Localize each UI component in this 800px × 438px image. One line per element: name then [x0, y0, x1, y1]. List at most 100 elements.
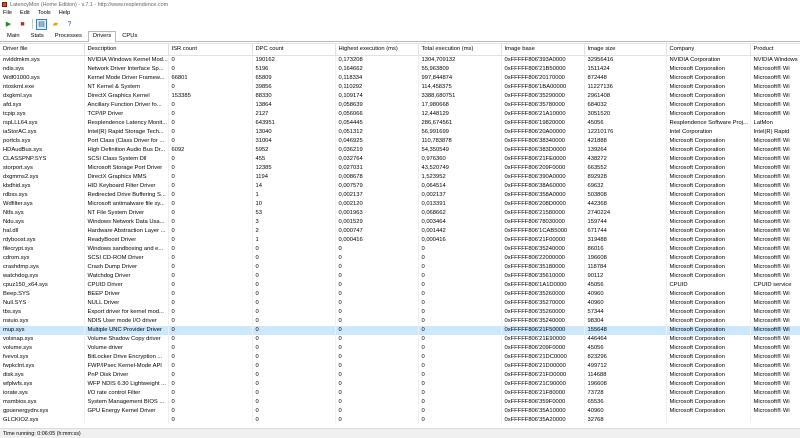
table-row[interactable]: iaStorAC.sys Intel(R) Rapid Storage Tech.…: [0, 127, 800, 137]
table-cell: 0xFFFFF806'20A00000: [501, 127, 585, 137]
table-cell: 0,032764: [335, 154, 419, 164]
tab-stats[interactable]: Stats: [25, 31, 49, 41]
table-row[interactable]: filecrypt.sys Windows sandboxing and e...…: [0, 244, 800, 254]
table-row[interactable]: ntoskrnl.exe NT Kernel & System 0 39856 0,11…: [0, 82, 800, 92]
folder-icon[interactable]: ▰: [50, 19, 61, 30]
table-cell: 0: [252, 361, 336, 371]
table-row[interactable]: afd.sys Ancillary Function Driver fo... 0 1…: [0, 100, 800, 110]
column-header[interactable]: Product: [750, 44, 800, 56]
table-cell: 421888: [584, 136, 667, 146]
table-cell: 190162: [252, 55, 336, 65]
tab-cpus[interactable]: CPUs: [117, 31, 143, 41]
table-cell: System Management BIOS ...: [84, 397, 169, 407]
table-cell: nsiuio.sys: [0, 316, 85, 326]
table-row[interactable]: Ndu.sys Windows Network Data Usa... 0 3 0,00…: [0, 217, 800, 227]
table-row[interactable]: Beep.SYS BEEP Driver 0 0 0 0 0xFFFFF806'352600…: [0, 289, 800, 299]
table-cell: Port Class (Class Driver for ...: [84, 136, 169, 146]
table-cell: Microsoft® Wi: [750, 352, 800, 362]
column-header[interactable]: Image size: [584, 44, 667, 56]
menu-help[interactable]: Help: [59, 10, 71, 16]
help-icon[interactable]: ?: [64, 19, 75, 30]
table-cell: hal.dll: [0, 226, 85, 236]
table-row[interactable]: cpuz150_x64.sys CPUID Driver 0 0 0 0 0xFFFFF80…: [0, 280, 800, 290]
table-cell: afd.sys: [0, 100, 85, 110]
status-bar: Time running: 0:06:05 (h:mm:ss): [0, 428, 800, 438]
table-cell: 196608: [584, 379, 667, 389]
table-cell: NVIDIA Windows Kernel Mod...: [84, 55, 169, 65]
table-row[interactable]: msmbios.sys System Management BIOS ... 0 0 0…: [0, 397, 800, 407]
report-icon[interactable]: ▤: [36, 18, 47, 30]
menu-edit[interactable]: Edit: [20, 10, 30, 16]
table-row[interactable]: cdrom.sys SCSI CD-ROM Driver 0 0 0 0 0xFFFFF80…: [0, 253, 800, 263]
table-row[interactable]: wfplwfs.sys WFP NDIS 6.30 Lightweight ...…: [0, 379, 800, 389]
table-cell: Microsoft Corporation: [666, 235, 751, 245]
table-cell: 0xFFFFF806'35290000: [501, 91, 585, 101]
menu-tools[interactable]: Tools: [38, 10, 51, 16]
table-row[interactable]: Ntfs.sys NT File System Driver 0 53 0,001963…: [0, 208, 800, 218]
table-row[interactable]: fvevol.sys BitLocker Drive Encryption ...…: [0, 352, 800, 362]
column-header[interactable]: ISR count: [168, 44, 253, 56]
table-cell: [84, 415, 169, 423]
table-cell: 56,991699: [418, 127, 502, 137]
table-cell: Microsoft® Wi: [750, 271, 800, 281]
column-header[interactable]: Driver file: [0, 44, 85, 56]
table-cell: 3388,680751: [418, 91, 502, 101]
table-cell: 0: [168, 262, 253, 272]
table-row[interactable]: rdyboost.sys ReadyBoost Driver 0 1 0,000416 0…: [0, 235, 800, 245]
table-row[interactable]: HDAudBus.sys High Definition Audio Bus Dr…: [0, 145, 800, 155]
table-cell: CPUID: [666, 280, 751, 290]
column-header[interactable]: Total execution (ms): [418, 44, 502, 56]
table-cell: 0: [418, 397, 502, 407]
column-header[interactable]: Image base: [501, 44, 585, 56]
table-row[interactable]: crashdmp.sys Crash Dump Driver 0 0 0 0 0xFFFFF…: [0, 262, 800, 272]
table-row[interactable]: Null.SYS NULL Driver 0 0 0 0 0xFFFFF806'352700…: [0, 298, 800, 308]
table-row[interactable]: storport.sys Microsoft Storage Port Drive…: [0, 163, 800, 173]
start-icon[interactable]: ▶: [3, 19, 14, 30]
table-row[interactable]: CLASSPNP.SYS SCSI Class System Dll 0 455 0,0…: [0, 154, 800, 164]
table-row[interactable]: tbs.sys Export driver for kernel mod... 0 0…: [0, 307, 800, 317]
menu-file[interactable]: File: [3, 10, 12, 16]
table-row[interactable]: dxgkrnl.sys DirectX Graphics Kernel 153385…: [0, 91, 800, 101]
table-row[interactable]: Wdf01000.sys Kernel Mode Driver Framew...…: [0, 73, 800, 83]
table-row[interactable]: hal.dll Hardware Abstraction Layer ... 0 2 0…: [0, 226, 800, 236]
table-cell: 0: [168, 217, 253, 227]
table-row[interactable]: disk.sys PnP Disk Driver 0 0 0 0 0xFFFFF806'21…: [0, 370, 800, 380]
drivers-table[interactable]: Driver file Description ISR count DPC count…: [0, 43, 800, 423]
table-cell: 2127: [252, 109, 336, 119]
table-row[interactable]: Wdfilter.sys Microsoft antimalware file s…: [0, 199, 800, 209]
table-row[interactable]: volume.sys Volume driver 0 0 0 0 0xFFFFF806'20…: [0, 343, 800, 353]
table-row[interactable]: gpuenergydrv.sys GPU Energy Kernel Driver…: [0, 406, 800, 416]
stop-icon[interactable]: ■: [17, 19, 28, 30]
table-row[interactable]: kbdhid.sys HID Keyboard Filter Driver 0 14 0…: [0, 181, 800, 191]
table-cell: Microsoft® Wi: [750, 181, 800, 191]
table-row[interactable]: nsiuio.sys NDIS User mode I/O driver 0 0 0 0 0…: [0, 316, 800, 326]
table-cell: Microsoft Corporation: [666, 73, 751, 83]
column-header[interactable]: Company: [666, 44, 751, 56]
table-row[interactable]: tcpip.sys TCP/IP Driver 0 2127 0,056066 12,44…: [0, 109, 800, 119]
column-header[interactable]: DPC count: [252, 44, 336, 56]
table-row[interactable]: volsnap.sys Volume Shadow Copy driver 0 0 0 0…: [0, 334, 800, 344]
table-row[interactable]: rspLLL64.sys Resplendence Latency Monit..…: [0, 118, 800, 128]
table-row[interactable]: GLCKIO2.sys 0 0 0 0 0xFFFFF806'35A20000 32768: [0, 415, 800, 423]
column-header[interactable]: Description: [84, 44, 169, 56]
table-row[interactable]: portcls.sys Port Class (Class Driver for …: [0, 136, 800, 146]
tab-drivers[interactable]: Drivers: [87, 31, 117, 42]
tab-processes[interactable]: Processes: [49, 31, 87, 41]
table-cell: 0xFFFFF806'1A1D0000: [501, 280, 585, 290]
table-row[interactable]: fwpkclnt.sys FWP/IPsec Kernel-Mode API 0 0 0…: [0, 361, 800, 371]
table-row[interactable]: dxgmms2.sys DirectX Graphics MMS 0 1194 0,00…: [0, 172, 800, 182]
column-header[interactable]: Highest execution (ms): [335, 44, 419, 56]
table-cell: 0: [335, 289, 419, 299]
table-row[interactable]: watchdog.sys Watchdog Driver 0 0 0 0 0xFFFFF80…: [0, 271, 800, 281]
table-row[interactable]: ndis.sys Network Driver Interface Sp... 0 5…: [0, 64, 800, 74]
table-cell: 3051520: [584, 109, 667, 119]
table-cell: Microsoft® Wi: [750, 172, 800, 182]
table-cell: NULL Driver: [84, 298, 169, 308]
table-row[interactable]: mup.sys Multiple UNC Provider Driver 0 0 0 0 0…: [0, 325, 800, 335]
table-row[interactable]: nvlddmkm.sys NVIDIA Windows Kernel Mod...…: [0, 55, 800, 65]
table-row[interactable]: rdbss.sys Redirected Drive Buffering S...…: [0, 190, 800, 200]
table-cell: 442368: [584, 199, 667, 209]
table-row[interactable]: iorate.sys I/O rate control Filter 0 0 0 0 0xF…: [0, 388, 800, 398]
tab-main[interactable]: Main: [2, 31, 25, 41]
table-cell: 0: [335, 253, 419, 263]
